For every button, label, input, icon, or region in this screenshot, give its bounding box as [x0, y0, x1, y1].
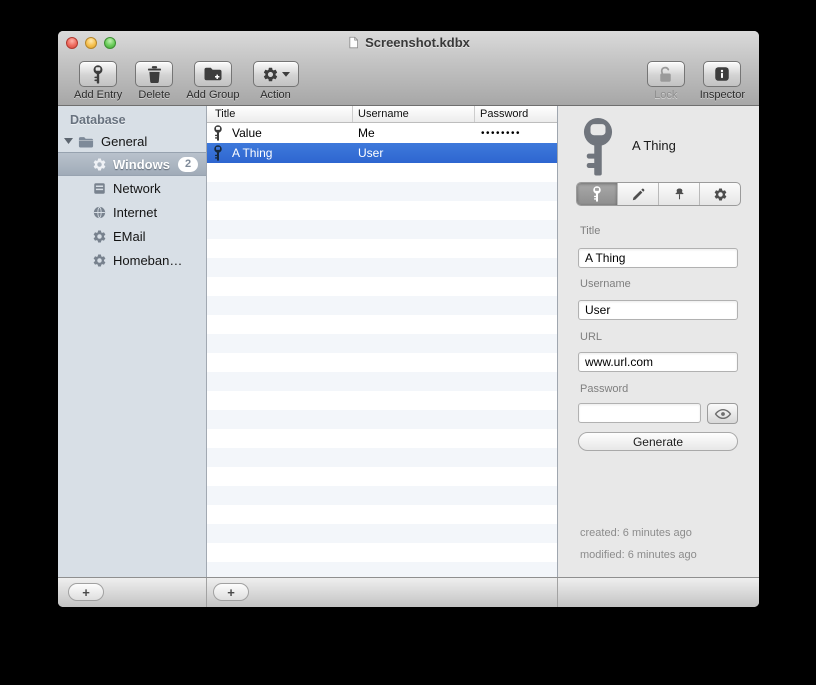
column-header-username[interactable]: Username — [353, 106, 475, 122]
username-cell: Me — [358, 126, 375, 140]
add-entry-label: Add Entry — [74, 89, 123, 101]
table-row[interactable]: Value Me •••••••• — [207, 123, 557, 143]
bottom-bar-divider — [206, 578, 207, 607]
add-entry-button[interactable]: Add Entry — [74, 61, 122, 101]
sidebar-item-label: EMail — [113, 228, 146, 244]
table-header: Title Username Password — [207, 106, 557, 123]
disclosure-triangle-icon[interactable] — [64, 138, 73, 144]
sidebar-item-windows[interactable]: Windows 2 — [58, 152, 206, 176]
url-field[interactable] — [578, 352, 738, 372]
action-label: Action — [260, 89, 291, 101]
url-field-label: URL — [580, 331, 603, 343]
action-button[interactable]: Action — [252, 61, 299, 101]
entry-title-text: Value — [232, 126, 262, 140]
sidebar-item-label: Windows — [113, 156, 170, 172]
tab-settings[interactable] — [700, 183, 740, 205]
lock-label: Lock — [654, 89, 678, 101]
sidebar-item-label: Internet — [113, 204, 158, 220]
lock-button[interactable]: Lock — [646, 61, 685, 101]
document-icon — [349, 36, 359, 49]
show-password-button[interactable] — [707, 403, 738, 424]
username-field-label: Username — [580, 278, 631, 290]
password-field[interactable] — [578, 403, 701, 423]
tab-general[interactable] — [577, 183, 618, 205]
eye-icon — [714, 408, 731, 419]
add-group-plus-button[interactable]: + — [68, 583, 104, 601]
inspector-button[interactable]: Inspector — [700, 61, 745, 101]
username-cell: User — [358, 146, 384, 160]
key-icon — [593, 186, 601, 202]
chevron-down-icon — [281, 71, 290, 77]
key-icon — [583, 117, 613, 176]
entry-title-text: A Thing — [232, 146, 273, 160]
sidebar: Database General Windows 2 Network Inter… — [58, 106, 207, 577]
tab-notes[interactable] — [618, 183, 659, 205]
key-icon — [214, 145, 222, 161]
sidebar-item-label: General — [101, 133, 148, 149]
tab-attachments[interactable] — [659, 183, 700, 205]
add-entry-plus-button[interactable]: + — [213, 583, 249, 601]
sidebar-item-label: Network — [113, 180, 161, 196]
gear-icon — [263, 67, 277, 81]
sidebar-item-label: Homeban… — [113, 252, 183, 268]
bottom-bar: + + — [58, 577, 759, 607]
bottom-bar-divider — [557, 578, 558, 607]
entry-table: Title Username Password Value Me •••••••… — [207, 106, 557, 577]
empty-rows-area — [207, 163, 557, 577]
sidebar-item-internet[interactable]: Internet — [58, 200, 206, 224]
inspector-entry-title: A Thing — [632, 138, 676, 153]
open-lock-icon — [659, 66, 672, 83]
gear-icon — [93, 230, 106, 242]
gear-icon — [714, 188, 726, 200]
created-timestamp: created: 6 minutes ago — [580, 527, 692, 539]
title-field[interactable] — [578, 248, 738, 268]
window-title-text: Screenshot.kdbx — [365, 35, 470, 50]
sidebar-section-header: Database — [70, 113, 126, 127]
sidebar-item-homebanking[interactable]: Homeban… — [58, 248, 206, 272]
pencil-icon — [632, 188, 644, 200]
titlebar: Screenshot.kdbx — [58, 31, 759, 54]
folder-icon — [78, 136, 94, 147]
title-cell: A Thing — [207, 143, 353, 163]
globe-icon — [93, 205, 106, 219]
title-cell: Value — [207, 123, 353, 143]
window-chrome: Screenshot.kdbx Add Entry Delete Add Gro… — [58, 31, 759, 106]
username-field[interactable] — [578, 300, 738, 320]
password-cell — [475, 143, 557, 163]
key-icon — [214, 125, 222, 141]
server-icon — [94, 182, 105, 194]
entry-count-badge: 2 — [177, 156, 199, 172]
folder-plus-icon — [203, 67, 223, 81]
modified-timestamp: modified: 6 minutes ago — [580, 549, 697, 561]
toolbar: Add Entry Delete Add Group Action Lock I… — [58, 54, 759, 105]
inspector-label: Inspector — [699, 89, 745, 101]
add-group-label: Add Group — [186, 89, 240, 101]
generate-password-button[interactable]: Generate — [578, 432, 738, 451]
password-field-label: Password — [580, 383, 629, 395]
toolbar-left-group: Add Entry Delete Add Group Action — [74, 61, 299, 101]
delete-button[interactable]: Delete — [135, 61, 174, 101]
content-area: Database General Windows 2 Network Inter… — [58, 106, 759, 577]
password-cell: •••••••• — [481, 127, 522, 139]
trash-icon — [147, 65, 161, 83]
column-header-title[interactable]: Title — [207, 106, 353, 122]
inspector-panel: A Thing Title Username URL — [557, 106, 759, 577]
window-title: Screenshot.kdbx — [58, 35, 759, 50]
title-field-label: Title — [580, 225, 601, 237]
toolbar-right-group: Lock Inspector — [646, 61, 745, 101]
add-group-button[interactable]: Add Group — [186, 61, 240, 101]
inspector-tab-bar — [576, 182, 741, 206]
app-window: Screenshot.kdbx Add Entry Delete Add Gro… — [58, 31, 759, 607]
sidebar-item-email[interactable]: EMail — [58, 224, 206, 248]
pin-icon — [675, 188, 683, 199]
key-icon — [93, 64, 103, 84]
delete-label: Delete — [138, 89, 171, 101]
sidebar-item-general[interactable]: General — [58, 130, 206, 152]
table-row-selected[interactable]: A Thing User — [207, 143, 557, 163]
gear-icon — [93, 254, 106, 266]
gear-icon — [93, 158, 106, 170]
sidebar-item-network[interactable]: Network — [58, 176, 206, 200]
info-icon — [715, 67, 730, 81]
column-header-password[interactable]: Password — [475, 106, 557, 122]
